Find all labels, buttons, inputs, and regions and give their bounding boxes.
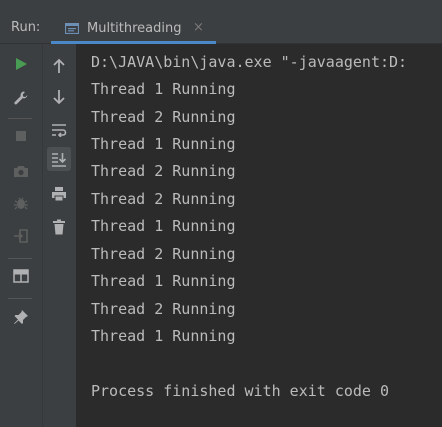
previous-occurrence-button[interactable] (47, 54, 71, 78)
pin-tab-button[interactable] (9, 305, 33, 329)
stop-icon (16, 131, 26, 141)
console-line: Thread 1 Running (91, 135, 236, 153)
console-command-line: D:\JAVA\bin\java.exe "-javaagent:D: (91, 53, 408, 71)
console-line: Thread 1 Running (91, 327, 236, 345)
rerun-icon (16, 58, 27, 70)
print-icon (52, 187, 66, 202)
scroll-to-end-button[interactable] (47, 147, 71, 171)
up-arrow-icon (53, 58, 65, 73)
next-occurrence-button[interactable] (47, 85, 71, 109)
toolbar-separator (8, 298, 32, 299)
rerun-button[interactable] (9, 52, 33, 76)
console-line: Thread 2 Running (91, 300, 236, 318)
print-button[interactable] (47, 182, 71, 206)
tab-multithreading[interactable]: Multithreading × (51, 16, 216, 44)
console-line: Thread 2 Running (91, 108, 236, 126)
wrench-icon (14, 91, 28, 105)
down-arrow-icon (53, 90, 65, 105)
camera-icon (14, 166, 28, 177)
restore-layout-button[interactable] (9, 264, 33, 288)
run-tool-window-header: Run: Multithreading × (0, 0, 442, 44)
run-toolbar-secondary (42, 44, 76, 427)
toolbar-separator (8, 258, 32, 259)
console-line: Thread 1 Running (91, 80, 236, 98)
console-line: Thread 2 Running (91, 162, 236, 180)
edit-configuration-button[interactable] (9, 86, 33, 110)
soft-wrap-icon (52, 124, 67, 137)
dump-threads-button[interactable] (9, 159, 33, 183)
pin-icon (14, 310, 28, 324)
console-window-icon (65, 23, 79, 34)
tab-label: Multithreading (87, 21, 182, 36)
run-label: Run: (11, 20, 41, 35)
console-line: Thread 2 Running (91, 190, 236, 208)
close-icon[interactable]: × (193, 20, 204, 35)
debug-button[interactable] (9, 191, 33, 215)
scroll-to-end-icon (52, 153, 67, 167)
clear-all-button[interactable] (47, 215, 71, 239)
run-toolbar-primary (0, 44, 42, 427)
console-line: Thread 1 Running (91, 217, 236, 235)
exit-icon (14, 229, 28, 243)
toolbar-separator (8, 118, 32, 119)
trash-icon (53, 219, 65, 235)
console-line: Thread 1 Running (91, 272, 236, 290)
console-line: Thread 2 Running (91, 245, 236, 263)
bug-icon (14, 197, 28, 210)
layout-icon (13, 269, 29, 283)
exit-button[interactable] (9, 224, 33, 248)
soft-wrap-button[interactable] (47, 118, 71, 142)
stop-button[interactable] (9, 124, 33, 148)
console-output[interactable]: D:\JAVA\bin\java.exe "-javaagent:D: Thre… (76, 44, 442, 427)
process-finished-line: Process finished with exit code 0 (91, 382, 390, 400)
